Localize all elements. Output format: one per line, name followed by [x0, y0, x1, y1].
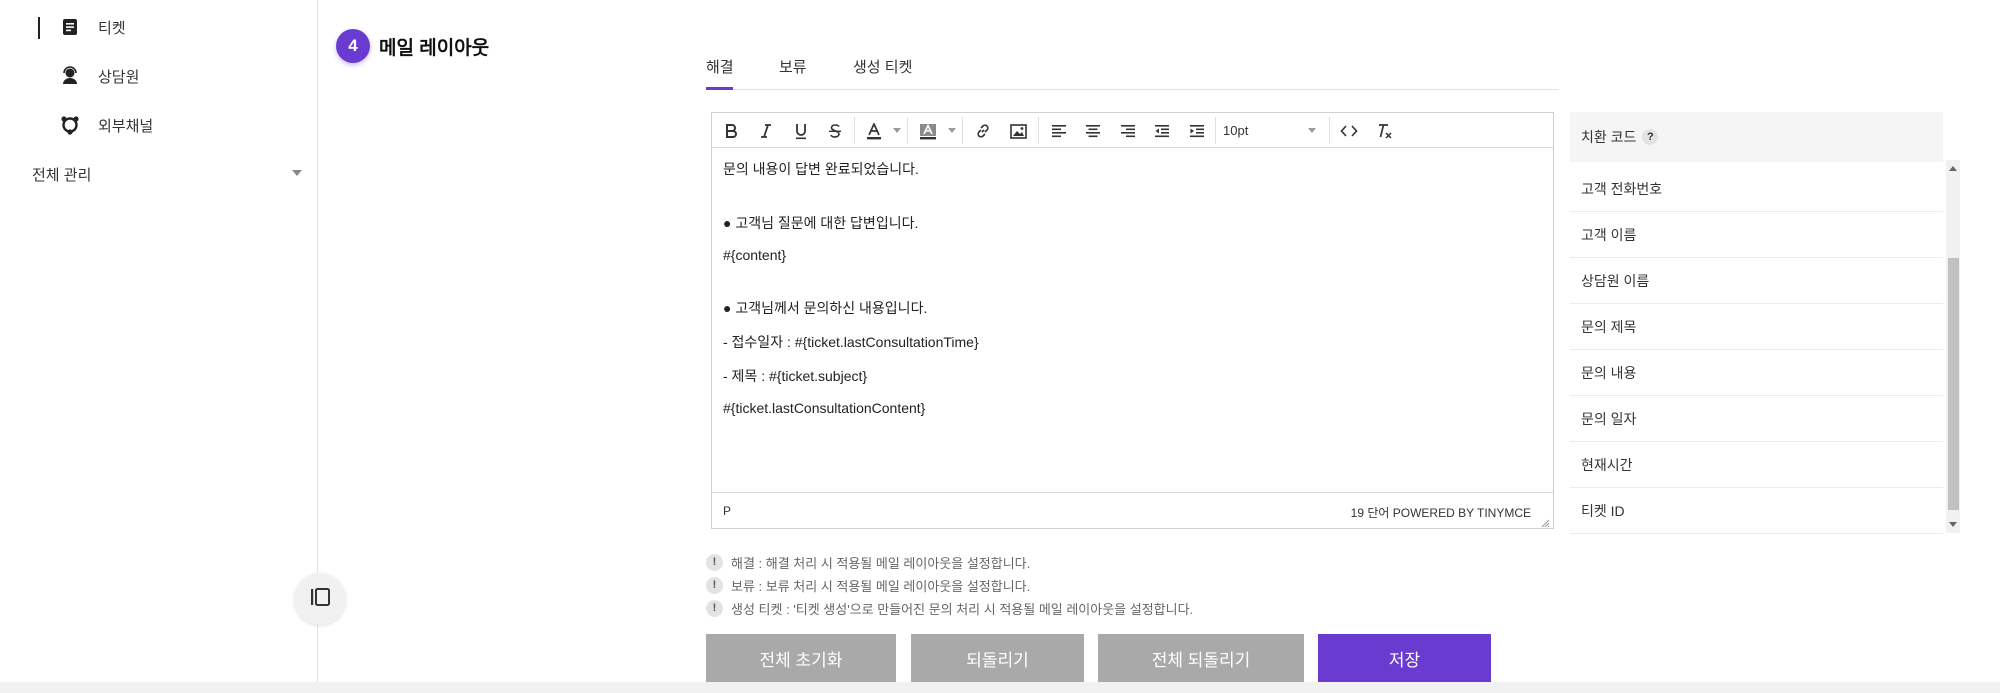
editor-statusbar: P 19 단어 POWERED BY TINYMCE: [712, 492, 1553, 528]
reset-all-button[interactable]: 전체 초기화: [706, 634, 896, 683]
chevron-down-icon[interactable]: [948, 128, 956, 133]
chevron-down-icon: [292, 170, 302, 176]
tab-resolved[interactable]: 해결: [706, 56, 734, 77]
code-item[interactable]: 문의 제목: [1570, 304, 1943, 350]
sidebar-group-manage[interactable]: 전체 관리: [32, 162, 302, 186]
code-list-scrollbar[interactable]: [1946, 160, 1960, 533]
info-icon: !: [706, 599, 723, 617]
revert-button[interactable]: 되돌리기: [911, 634, 1084, 683]
chevron-down-icon[interactable]: [1308, 128, 1316, 133]
sidebar-item-label: 외부채널: [98, 117, 154, 135]
revert-all-button[interactable]: 전체 되돌리기: [1098, 634, 1304, 683]
save-button[interactable]: 저장: [1318, 634, 1491, 683]
sidebar-item-ticket[interactable]: 티켓: [0, 7, 318, 47]
note-text: 보류 : 보류 처리 시 적용될 메일 레이아웃을 설정합니다.: [731, 578, 1031, 594]
editor-content[interactable]: 문의 내용이 답변 완료되었습니다. ● 고객님 질문에 대한 답변입니다. #…: [712, 149, 1553, 494]
editor-toolbar: 10pt: [712, 113, 1553, 148]
word-count-branding: 19 단어 POWERED BY TINYMCE: [1350, 506, 1531, 520]
element-path[interactable]: P: [723, 504, 731, 518]
content-line: #{content}: [723, 247, 787, 263]
active-tab-indicator: [706, 87, 733, 90]
content-line: ● 고객님 질문에 대한 답변입니다.: [723, 215, 919, 231]
info-note: ! 보류 : 보류 처리 시 적용될 메일 레이아웃을 설정합니다.: [706, 575, 1030, 595]
help-icon[interactable]: ?: [1642, 129, 1659, 145]
sidebar-item-channel[interactable]: 외부채널: [0, 105, 318, 145]
step-badge: 4: [336, 29, 370, 63]
sidebar-item-label: 상담원: [98, 68, 140, 86]
content-line: - 접수일자 : #{ticket.lastConsultationTime}: [723, 334, 979, 350]
layout-tabs: 해결 보류 생성 티켓: [706, 44, 1559, 90]
section-title: 메일 레이아웃: [379, 38, 490, 59]
content-line: #{ticket.lastConsultationContent}: [723, 400, 926, 416]
clear-formatting-icon[interactable]: [1370, 118, 1398, 144]
chevron-down-icon[interactable]: [893, 128, 901, 133]
panel-title: 치환 코드: [1581, 129, 1637, 145]
resize-handle-icon[interactable]: [1540, 515, 1550, 528]
content-line: - 제목 : #{ticket.subject}: [723, 368, 868, 384]
substitution-code-header: 치환 코드 ?: [1570, 112, 1943, 162]
ticket-icon: [59, 16, 81, 38]
agent-icon: [59, 65, 81, 87]
sidebar-collapse-button[interactable]: [294, 573, 346, 625]
info-icon: !: [706, 553, 723, 571]
channel-icon: [59, 114, 81, 136]
sidebar: 티켓 상담원 외부채널 전체 관리: [0, 0, 318, 682]
scroll-thumb[interactable]: [1948, 258, 1959, 510]
strikethrough-icon[interactable]: [821, 118, 849, 144]
sidebar-group-label: 전체 관리: [32, 166, 92, 184]
align-left-icon[interactable]: [1045, 118, 1073, 144]
code-item[interactable]: 현재시간: [1570, 442, 1943, 488]
info-icon: !: [706, 576, 723, 594]
code-item[interactable]: 티켓 ID: [1570, 488, 1943, 534]
indent-icon[interactable]: [1183, 118, 1211, 144]
align-center-icon[interactable]: [1079, 118, 1107, 144]
underline-icon[interactable]: [787, 118, 815, 144]
tab-hold[interactable]: 보류: [779, 56, 807, 77]
collapse-sidebar-icon: [310, 587, 330, 611]
link-icon[interactable]: [969, 118, 997, 144]
bold-icon[interactable]: [717, 118, 745, 144]
code-item[interactable]: 고객 전화번호: [1570, 166, 1943, 212]
text-color-icon[interactable]: [860, 118, 888, 144]
code-item[interactable]: 문의 내용: [1570, 350, 1943, 396]
content-line: 문의 내용이 답변 완료되었습니다.: [723, 161, 919, 177]
page-footer-strip: [0, 682, 2000, 693]
note-text: 해결 : 해결 처리 시 적용될 메일 레이아웃을 설정합니다.: [731, 555, 1031, 571]
tab-created-ticket[interactable]: 생성 티켓: [853, 56, 912, 77]
content-line: ● 고객님께서 문의하신 내용입니다.: [723, 300, 928, 316]
substitution-code-panel: 치환 코드 ? 고객 전화번호 고객 이름 상담원 이름 문의 제목 문의 내용…: [1570, 112, 1962, 534]
scroll-up-icon[interactable]: [1949, 166, 1957, 171]
code-item[interactable]: 고객 이름: [1570, 212, 1943, 258]
info-note: ! 해결 : 해결 처리 시 적용될 메일 레이아웃을 설정합니다.: [706, 552, 1030, 572]
sidebar-item-label: 티켓: [98, 19, 126, 37]
rich-text-editor: 10pt 문의 내용이 답변 완료되었습니다. ● 고객님 질문에 대한 답변입…: [711, 112, 1554, 529]
source-code-icon[interactable]: [1335, 118, 1363, 144]
scroll-down-icon[interactable]: [1949, 522, 1957, 527]
note-text: 생성 티켓 : '티켓 생성'으로 만들어진 문의 처리 시 적용될 메일 레이…: [731, 601, 1194, 617]
font-size-select[interactable]: 10pt: [1223, 123, 1248, 138]
code-item[interactable]: 문의 일자: [1570, 396, 1943, 442]
image-icon[interactable]: [1004, 118, 1032, 144]
background-color-icon[interactable]: [914, 118, 942, 144]
outdent-icon[interactable]: [1148, 118, 1176, 144]
code-item[interactable]: 상담원 이름: [1570, 258, 1943, 304]
align-right-icon[interactable]: [1114, 118, 1142, 144]
sidebar-item-agent[interactable]: 상담원: [0, 56, 318, 96]
italic-icon[interactable]: [752, 118, 780, 144]
info-note: ! 생성 티켓 : '티켓 생성'으로 만들어진 문의 처리 시 적용될 메일 …: [706, 598, 1193, 618]
